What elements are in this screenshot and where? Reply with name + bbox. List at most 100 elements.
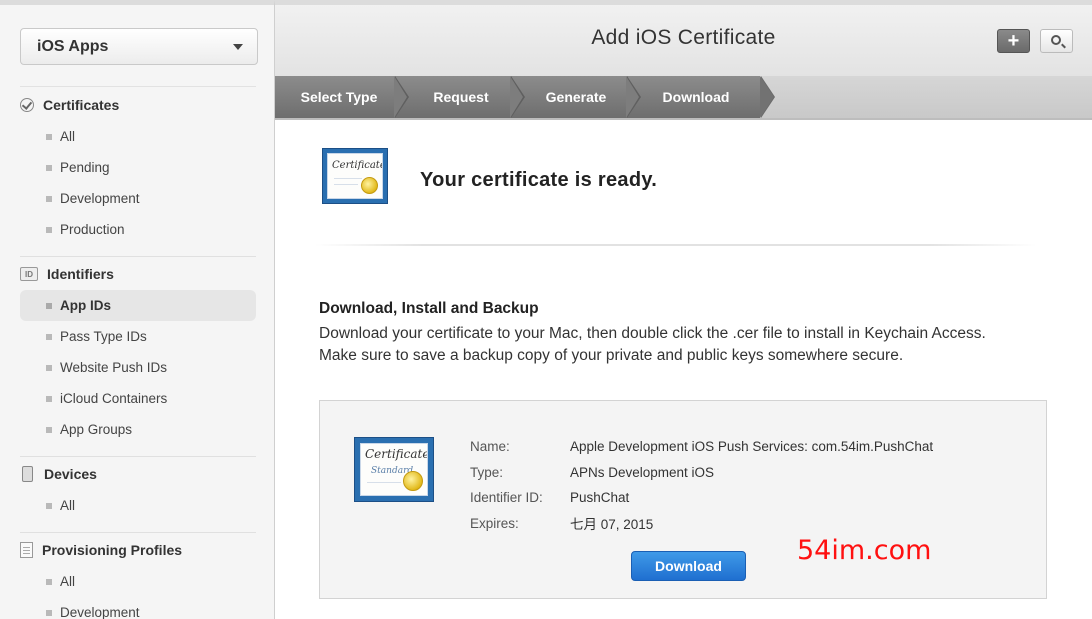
section-devices: Devices <box>20 463 256 485</box>
detail-row-identifier: Identifier ID: PushChat <box>470 485 933 511</box>
certificate-icon: Certificate Standard <box>354 437 434 502</box>
detail-label: Name: <box>470 439 510 455</box>
seal-icon <box>361 177 378 194</box>
platform-select-label: iOS Apps <box>37 37 109 55</box>
sidebar: iOS Apps Certificates All Pending Develo… <box>0 0 275 619</box>
sidebar-item-label: Production <box>60 222 125 237</box>
section-identifiers: ID Identifiers <box>20 263 256 285</box>
detail-row-type: Type: APNs Development iOS <box>470 460 933 486</box>
section-header-provisioning-profiles[interactable]: Provisioning Profiles <box>20 539 256 561</box>
sidebar-item-profiles-all[interactable]: All <box>20 566 256 597</box>
device-icon <box>22 466 33 482</box>
certificate-line <box>334 178 362 179</box>
certificate-line <box>367 482 401 483</box>
bullet-icon <box>46 364 52 371</box>
bullet-icon <box>46 578 52 585</box>
step-request: Request <box>433 89 489 105</box>
page-header: Add iOS Certificate + <box>275 0 1092 76</box>
bullet-icon <box>46 164 52 171</box>
divider <box>315 244 1037 246</box>
watermark-text: 54im.com <box>797 535 932 566</box>
divider <box>20 256 256 257</box>
search-button[interactable] <box>1040 29 1073 53</box>
step-select-type: Select Type <box>300 89 378 105</box>
step-download: Download <box>662 89 730 105</box>
certificate-frame: Certificate <box>322 148 388 204</box>
step-arrow-end <box>760 76 774 118</box>
divider <box>20 456 256 457</box>
sidebar-item-label: Website Push IDs <box>60 360 168 375</box>
section-header-certificates[interactable]: Certificates <box>20 94 256 116</box>
section-title: Certificates <box>43 97 120 113</box>
bullet-icon <box>46 133 52 140</box>
certificate-details: Name: Apple Development iOS Push Service… <box>470 434 933 536</box>
detail-label: Identifier ID: <box>470 490 543 506</box>
section-title: Identifiers <box>47 266 114 282</box>
bullet-icon <box>46 609 52 616</box>
platform-select[interactable]: iOS Apps <box>20 28 258 65</box>
id-card-icon: ID <box>20 267 38 281</box>
sidebar-item-app-groups[interactable]: App Groups <box>20 414 256 445</box>
sidebar-item-label: iCloud Containers <box>60 391 168 406</box>
section-title: Provisioning Profiles <box>42 542 183 558</box>
section-header-identifiers[interactable]: ID Identifiers <box>20 263 256 285</box>
progress-steps: Select Type Request Generate Download <box>275 76 1092 120</box>
sidebar-item-icloud-containers[interactable]: iCloud Containers <box>20 383 256 414</box>
sidebar-item-profiles-development[interactable]: Development <box>20 597 256 619</box>
sidebar-item-certificates-production[interactable]: Production <box>20 214 256 245</box>
detail-row-expires: Expires: 七月 07, 2015 <box>470 511 933 537</box>
section-title: Devices <box>44 466 97 482</box>
sidebar-item-label: Pending <box>60 160 110 175</box>
sidebar-item-label: App IDs <box>60 298 112 313</box>
sidebar-item-certificates-pending[interactable]: Pending <box>20 152 256 183</box>
download-section-title: Download, Install and Backup <box>319 300 539 317</box>
detail-label: Type: <box>470 464 504 480</box>
download-instructions: Download your certificate to your Mac, t… <box>319 325 986 364</box>
certificate-icon: Certificate <box>322 148 388 204</box>
bullet-icon <box>46 195 52 202</box>
certificate-frame: Certificate Standard <box>354 437 434 502</box>
sidebar-item-app-ids[interactable]: App IDs <box>20 290 256 321</box>
bullet-icon <box>46 226 52 233</box>
detail-value: APNs Development iOS <box>570 464 715 480</box>
sidebar-item-label: Development <box>60 605 140 619</box>
sidebar-item-certificates-all[interactable]: All <box>20 121 256 152</box>
bullet-icon <box>46 426 52 433</box>
certificate-icon-text: Certificate <box>332 160 383 171</box>
detail-value: PushChat <box>570 490 630 506</box>
divider <box>20 86 256 87</box>
sidebar-item-label: Development <box>60 191 140 206</box>
certificate-paper: Certificate <box>327 153 383 199</box>
sidebar-item-label: All <box>60 498 76 513</box>
sidebar-item-label: Pass Type IDs <box>60 329 147 344</box>
sidebar-item-certificates-development[interactable]: Development <box>20 183 256 214</box>
download-button[interactable]: Download <box>631 551 746 581</box>
sidebar-item-label: App Groups <box>60 422 133 437</box>
section-provisioning-profiles: Provisioning Profiles <box>20 539 256 561</box>
search-icon <box>1050 35 1061 45</box>
sidebar-item-website-push-ids[interactable]: Website Push IDs <box>20 352 256 383</box>
sidebar-item-label: All <box>60 574 76 589</box>
bullet-icon <box>46 502 52 509</box>
detail-row-name: Name: Apple Development iOS Push Service… <box>470 434 933 460</box>
divider <box>20 532 256 533</box>
plus-icon: + <box>1007 30 1020 52</box>
certificate-details-panel: Certificate Standard Name: Apple Develop… <box>319 400 1047 599</box>
add-button[interactable]: + <box>997 29 1030 53</box>
detail-label: Expires: <box>470 515 519 531</box>
certificate-badge-icon <box>20 98 34 112</box>
step-generate: Generate <box>545 89 607 105</box>
sidebar-item-pass-type-ids[interactable]: Pass Type IDs <box>20 321 256 352</box>
sidebar-item-label: All <box>60 129 76 144</box>
detail-value: Apple Development iOS Push Services: com… <box>570 439 934 455</box>
main-content: Certificate Your certificate is ready. D… <box>275 120 1092 619</box>
sidebar-item-devices-all[interactable]: All <box>20 490 256 521</box>
bullet-icon <box>46 302 52 309</box>
certificate-icon-text: Certificate <box>365 447 428 461</box>
ready-heading: Your certificate is ready. <box>420 169 658 191</box>
certificate-line <box>334 184 358 185</box>
section-header-devices[interactable]: Devices <box>20 463 256 485</box>
section-certificates: Certificates <box>20 94 256 116</box>
page-title: Add iOS Certificate <box>591 26 776 49</box>
document-icon <box>20 542 33 558</box>
